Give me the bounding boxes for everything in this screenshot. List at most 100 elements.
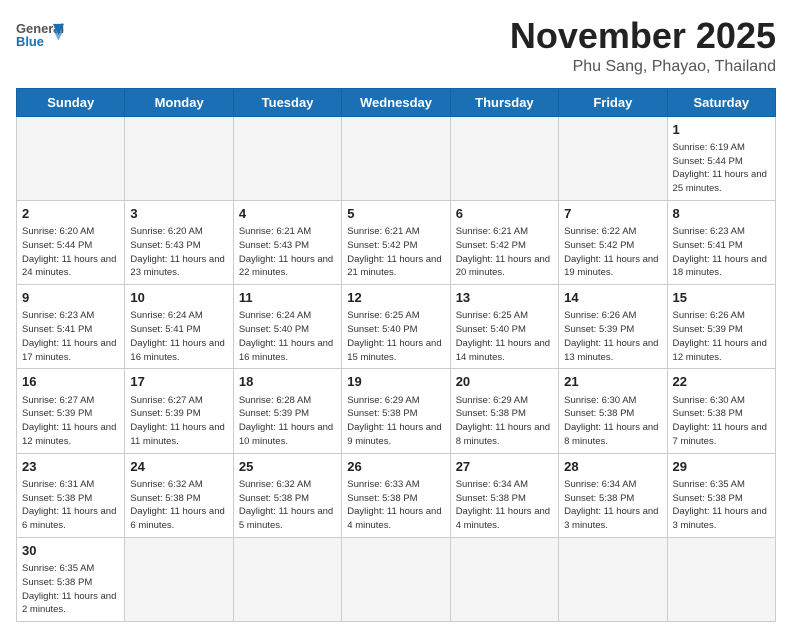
day-info: Sunrise: 6:27 AM Sunset: 5:39 PM Dayligh… xyxy=(22,394,119,449)
day-number: 16 xyxy=(22,373,119,391)
calendar-cell: 28 Sunrise: 6:34 AM Sunset: 5:38 PM Dayli… xyxy=(559,453,667,537)
day-number: 11 xyxy=(239,289,336,307)
calendar-cell xyxy=(233,116,341,200)
calendar-cell: 15Sunrise: 6:26 AM Sunset: 5:39 PM Dayli… xyxy=(667,285,775,369)
day-info: Sunrise: 6:34 AM Sunset: 5:38 PM Dayligh… xyxy=(456,478,553,533)
calendar-cell: 25Sunrise: 6:32 AM Sunset: 5:38 PM Dayli… xyxy=(233,453,341,537)
day-info: Sunrise: 6:25 AM Sunset: 5:40 PM Dayligh… xyxy=(347,309,444,364)
calendar-cell xyxy=(450,537,558,621)
calendar-cell: 24 Sunrise: 6:32 AM Sunset: 5:38 PM Dayli… xyxy=(125,453,233,537)
day-info: Sunrise: 6:22 AM Sunset: 5:42 PM Dayligh… xyxy=(564,225,661,280)
calendar-week-row: 1 Sunrise: 6:19 AM Sunset: 5:44 PM Daylig… xyxy=(17,116,776,200)
calendar-cell xyxy=(342,116,450,200)
day-number: 24 xyxy=(130,458,227,476)
day-info: Sunrise: 6:25 AM Sunset: 5:40 PM Dayligh… xyxy=(456,309,553,364)
calendar-cell xyxy=(342,537,450,621)
calendar-cell: 17 Sunrise: 6:27 AM Sunset: 5:39 PM Dayli… xyxy=(125,369,233,453)
day-number: 12 xyxy=(347,289,444,307)
day-number: 19 xyxy=(347,373,444,391)
calendar-cell: 29Sunrise: 6:35 AM Sunset: 5:38 PM Dayli… xyxy=(667,453,775,537)
calendar-cell: 27 Sunrise: 6:34 AM Sunset: 5:38 PM Dayli… xyxy=(450,453,558,537)
day-number: 6 xyxy=(456,205,553,223)
weekday-header-thursday: Thursday xyxy=(450,88,558,116)
calendar-cell: 2Sunrise: 6:20 AM Sunset: 5:44 PM Daylig… xyxy=(17,200,125,284)
calendar-cell: 7 Sunrise: 6:22 AM Sunset: 5:42 PM Daylig… xyxy=(559,200,667,284)
day-info: Sunrise: 6:33 AM Sunset: 5:38 PM Dayligh… xyxy=(347,478,444,533)
calendar-cell: 26 Sunrise: 6:33 AM Sunset: 5:38 PM Dayli… xyxy=(342,453,450,537)
day-number: 25 xyxy=(239,458,336,476)
calendar-cell xyxy=(233,537,341,621)
day-number: 10 xyxy=(130,289,227,307)
day-number: 21 xyxy=(564,373,661,391)
day-number: 14 xyxy=(564,289,661,307)
day-number: 18 xyxy=(239,373,336,391)
day-info: Sunrise: 6:31 AM Sunset: 5:38 PM Dayligh… xyxy=(22,478,119,533)
weekday-header-wednesday: Wednesday xyxy=(342,88,450,116)
day-number: 28 xyxy=(564,458,661,476)
calendar-cell xyxy=(559,116,667,200)
calendar-cell: 11 Sunrise: 6:24 AM Sunset: 5:40 PM Dayli… xyxy=(233,285,341,369)
day-number: 8 xyxy=(673,205,770,223)
weekday-header-tuesday: Tuesday xyxy=(233,88,341,116)
svg-text:Blue: Blue xyxy=(16,34,44,49)
page-header: General Blue November 2025 Phu Sang, Pha… xyxy=(16,16,776,76)
weekday-header-friday: Friday xyxy=(559,88,667,116)
day-number: 26 xyxy=(347,458,444,476)
calendar-cell xyxy=(125,537,233,621)
day-info: Sunrise: 6:32 AM Sunset: 5:38 PM Dayligh… xyxy=(130,478,227,533)
day-number: 3 xyxy=(130,205,227,223)
calendar-cell xyxy=(667,537,775,621)
calendar-cell: 22Sunrise: 6:30 AM Sunset: 5:38 PM Dayli… xyxy=(667,369,775,453)
weekday-header-sunday: Sunday xyxy=(17,88,125,116)
weekday-header-row: SundayMondayTuesdayWednesdayThursdayFrid… xyxy=(17,88,776,116)
day-info: Sunrise: 6:21 AM Sunset: 5:43 PM Dayligh… xyxy=(239,225,336,280)
day-info: Sunrise: 6:23 AM Sunset: 5:41 PM Dayligh… xyxy=(673,225,770,280)
calendar-cell: 5Sunrise: 6:21 AM Sunset: 5:42 PM Daylig… xyxy=(342,200,450,284)
day-info: Sunrise: 6:27 AM Sunset: 5:39 PM Dayligh… xyxy=(130,394,227,449)
calendar-cell: 20Sunrise: 6:29 AM Sunset: 5:38 PM Dayli… xyxy=(450,369,558,453)
day-number: 4 xyxy=(239,205,336,223)
day-info: Sunrise: 6:21 AM Sunset: 5:42 PM Dayligh… xyxy=(347,225,444,280)
day-number: 30 xyxy=(22,542,119,560)
day-info: Sunrise: 6:29 AM Sunset: 5:38 PM Dayligh… xyxy=(347,394,444,449)
day-info: Sunrise: 6:35 AM Sunset: 5:38 PM Dayligh… xyxy=(22,562,119,617)
day-number: 7 xyxy=(564,205,661,223)
day-number: 29 xyxy=(673,458,770,476)
calendar-cell: 19 Sunrise: 6:29 AM Sunset: 5:38 PM Dayli… xyxy=(342,369,450,453)
month-title: November 2025 xyxy=(510,16,776,56)
day-info: Sunrise: 6:28 AM Sunset: 5:39 PM Dayligh… xyxy=(239,394,336,449)
calendar-cell: 12 Sunrise: 6:25 AM Sunset: 5:40 PM Dayli… xyxy=(342,285,450,369)
calendar-week-row: 2Sunrise: 6:20 AM Sunset: 5:44 PM Daylig… xyxy=(17,200,776,284)
location-subtitle: Phu Sang, Phayao, Thailand xyxy=(510,58,776,76)
day-number: 27 xyxy=(456,458,553,476)
day-number: 9 xyxy=(22,289,119,307)
calendar-cell: 3 Sunrise: 6:20 AM Sunset: 5:43 PM Daylig… xyxy=(125,200,233,284)
calendar-cell xyxy=(125,116,233,200)
calendar-cell: 1 Sunrise: 6:19 AM Sunset: 5:44 PM Daylig… xyxy=(667,116,775,200)
day-info: Sunrise: 6:19 AM Sunset: 5:44 PM Dayligh… xyxy=(673,141,770,196)
day-number: 1 xyxy=(673,121,770,139)
calendar-cell: 9Sunrise: 6:23 AM Sunset: 5:41 PM Daylig… xyxy=(17,285,125,369)
calendar-cell xyxy=(450,116,558,200)
day-number: 20 xyxy=(456,373,553,391)
day-info: Sunrise: 6:20 AM Sunset: 5:43 PM Dayligh… xyxy=(130,225,227,280)
calendar-week-row: 9Sunrise: 6:23 AM Sunset: 5:41 PM Daylig… xyxy=(17,285,776,369)
day-info: Sunrise: 6:34 AM Sunset: 5:38 PM Dayligh… xyxy=(564,478,661,533)
calendar-week-row: 30 Sunrise: 6:35 AM Sunset: 5:38 PM Dayli… xyxy=(17,537,776,621)
calendar-table: SundayMondayTuesdayWednesdayThursdayFrid… xyxy=(16,88,776,623)
title-section: November 2025 Phu Sang, Phayao, Thailand xyxy=(510,16,776,76)
day-number: 13 xyxy=(456,289,553,307)
day-info: Sunrise: 6:21 AM Sunset: 5:42 PM Dayligh… xyxy=(456,225,553,280)
day-number: 17 xyxy=(130,373,227,391)
calendar-cell: 4 Sunrise: 6:21 AM Sunset: 5:43 PM Daylig… xyxy=(233,200,341,284)
calendar-cell: 6 Sunrise: 6:21 AM Sunset: 5:42 PM Daylig… xyxy=(450,200,558,284)
calendar-cell: 10Sunrise: 6:24 AM Sunset: 5:41 PM Dayli… xyxy=(125,285,233,369)
calendar-cell: 16 Sunrise: 6:27 AM Sunset: 5:39 PM Dayli… xyxy=(17,369,125,453)
calendar-cell xyxy=(17,116,125,200)
weekday-header-saturday: Saturday xyxy=(667,88,775,116)
day-info: Sunrise: 6:26 AM Sunset: 5:39 PM Dayligh… xyxy=(673,309,770,364)
calendar-cell: 13 Sunrise: 6:25 AM Sunset: 5:40 PM Dayli… xyxy=(450,285,558,369)
day-info: Sunrise: 6:26 AM Sunset: 5:39 PM Dayligh… xyxy=(564,309,661,364)
calendar-week-row: 23Sunrise: 6:31 AM Sunset: 5:38 PM Dayli… xyxy=(17,453,776,537)
day-info: Sunrise: 6:24 AM Sunset: 5:40 PM Dayligh… xyxy=(239,309,336,364)
